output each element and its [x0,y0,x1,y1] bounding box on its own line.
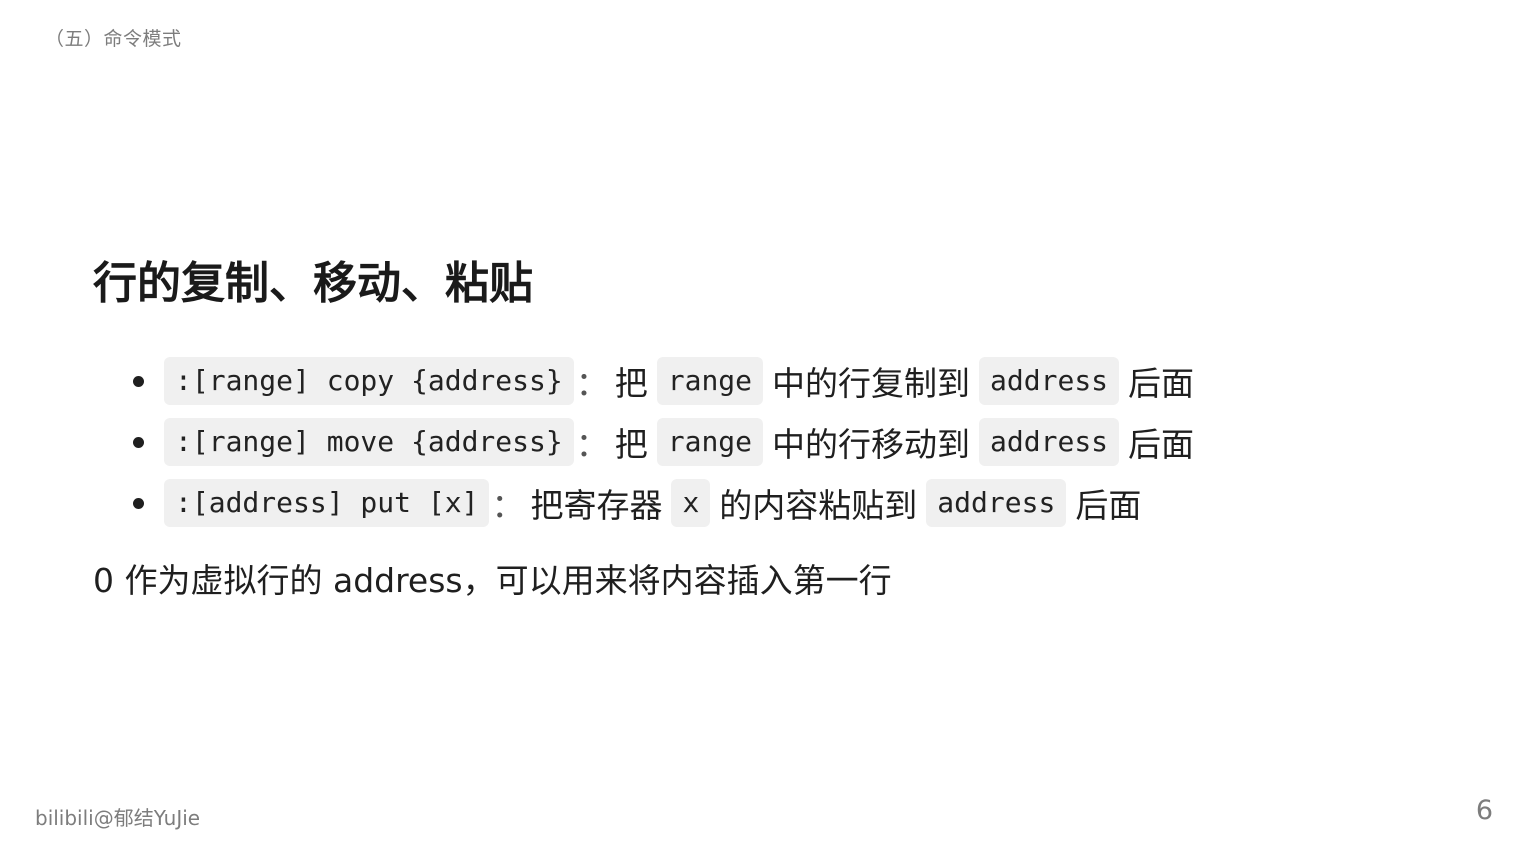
command-code: :[range] copy {address} [164,357,574,406]
list-item-copy: :[range] copy {address} ： 把 range 中的行复制到… [93,351,1473,412]
description-text: 后面 [1128,425,1195,465]
inline-code: x [671,479,711,528]
description-text: 把 [614,364,648,404]
inline-code: address [926,479,1067,528]
bullet-icon [133,436,144,448]
description-text: 中的行移动到 [772,425,971,465]
note-text: 0 作为虚拟行的 address，可以用来将内容插入第一行 [93,560,892,600]
separator: ： [575,364,609,404]
slide-content: 行的复制、移动、粘贴 :[range] copy {address} ： 把 r… [93,258,1473,602]
command-list: :[range] copy {address} ： 把 range 中的行复制到… [93,351,1473,534]
list-item-move: :[range] move {address} ： 把 range 中的行移动到… [93,412,1473,473]
bullet-icon [133,497,144,509]
inline-code: address [979,357,1120,406]
inline-code: address [979,418,1120,467]
inline-code: range [656,418,764,467]
description-text: 把 [614,425,648,465]
command-code: :[address] put [x] [164,479,490,528]
description-text: 中的行复制到 [772,364,971,404]
description-text: 后面 [1075,486,1142,526]
bullet-icon [133,375,144,387]
list-item-put: :[address] put [x] ： 把寄存器 x 的内容粘贴到 addre… [93,473,1473,534]
description-text: 把寄存器 [530,486,663,526]
page-number: 6 [1475,795,1493,826]
command-code: :[range] move {address} [164,418,574,467]
section-label: （五）命令模式 [45,28,182,50]
separator: ： [575,425,609,465]
author-credit: bilibili@郁结YuJie [35,806,201,830]
description-text: 的内容粘贴到 [719,486,918,526]
inline-code: range [656,357,764,406]
slide-title: 行的复制、移动、粘贴 [93,258,533,309]
separator: ： [491,486,525,526]
description-text: 后面 [1128,364,1195,404]
